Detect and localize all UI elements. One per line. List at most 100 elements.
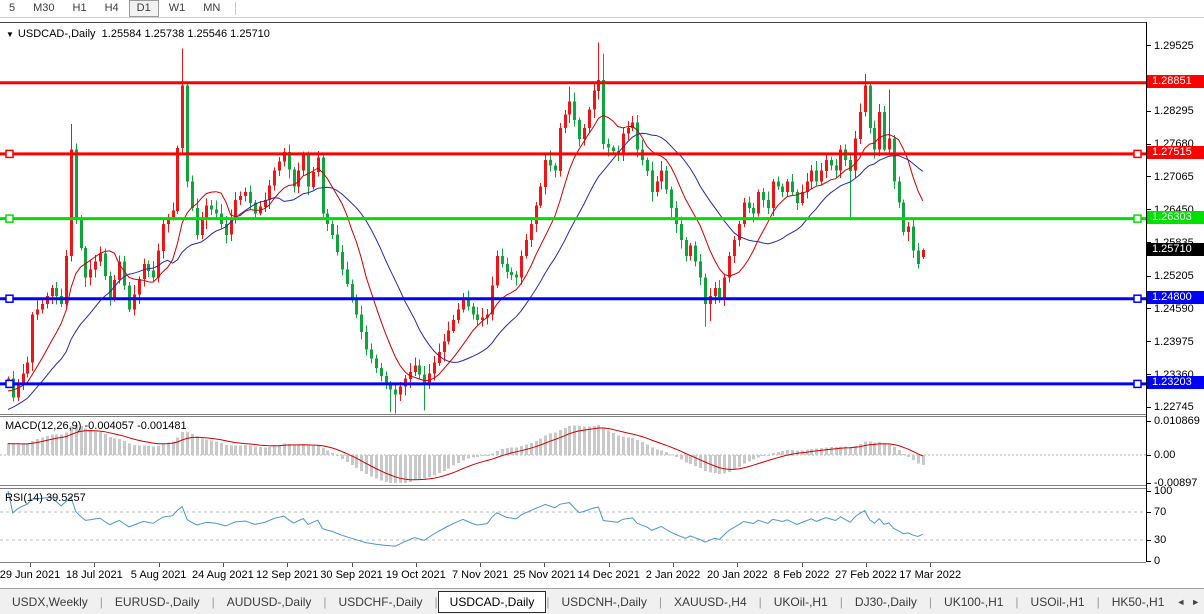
hline-handle[interactable] xyxy=(5,214,14,223)
tab-usdchf-daily[interactable]: USDCHF-,Daily xyxy=(327,592,435,612)
macd-bar xyxy=(36,439,39,455)
hline-handle[interactable] xyxy=(1133,149,1142,159)
candle-body xyxy=(443,341,446,353)
candle-body xyxy=(172,210,175,218)
candle-body xyxy=(341,252,344,270)
candle-body xyxy=(239,196,242,201)
tab-usdcnh-daily[interactable]: USDCNH-,Daily xyxy=(549,592,658,612)
macd-bar xyxy=(259,447,262,455)
hline-handle[interactable] xyxy=(5,149,14,159)
macd-bar xyxy=(917,455,920,464)
macd-bar xyxy=(428,455,431,478)
macd-bar xyxy=(147,445,150,455)
candle-body xyxy=(869,85,872,129)
macd-bar xyxy=(225,444,228,455)
macd-bar xyxy=(491,453,494,455)
macd-bar xyxy=(118,439,121,455)
macd-bar xyxy=(133,445,136,455)
tab-usdcad-daily[interactable]: USDCAD-,Daily xyxy=(437,590,547,613)
tab-uk100-h1[interactable]: UK100-,H1 xyxy=(932,592,1015,612)
tab-usoil-h1[interactable]: USOil-,H1 xyxy=(1019,592,1097,612)
rsi-panel[interactable]: RSI(14) 39.5257 xyxy=(0,489,1146,562)
timeframe-button-w1[interactable]: W1 xyxy=(161,0,194,17)
macd-panel[interactable]: MACD(12,26,9) -0.004057 -0.001481 xyxy=(0,417,1146,485)
candle-body xyxy=(791,181,794,193)
tab-scroll-left-icon[interactable]: ◄ xyxy=(1176,597,1185,607)
macd-bar xyxy=(162,444,165,455)
candle-body xyxy=(297,170,300,187)
candle-body xyxy=(234,200,237,218)
macd-scale-label: 0.00 xyxy=(1154,449,1176,461)
price-tick-label: 1.22745 xyxy=(1154,401,1194,414)
macd-bar xyxy=(297,444,300,455)
price-chart-panel[interactable]: ▼ USDCAD-,Daily 1.25584 1.25738 1.25546 1… xyxy=(0,22,1146,414)
candle-body xyxy=(360,314,363,332)
macd-title: MACD(12,26,9) xyxy=(5,420,82,432)
macd-bar xyxy=(12,444,15,455)
macd-bar xyxy=(375,455,378,479)
macd-bar xyxy=(273,446,276,455)
tab-usdx-weekly[interactable]: USDX,Weekly xyxy=(0,592,100,612)
hline-handle[interactable] xyxy=(5,379,14,389)
timeframe-button-d1[interactable]: D1 xyxy=(128,0,159,17)
candle-body xyxy=(656,181,659,193)
timeframe-button-h4[interactable]: H4 xyxy=(97,0,127,17)
tab-eurusd-daily[interactable]: EURUSD-,Daily xyxy=(103,592,212,612)
macd-bar xyxy=(472,455,475,458)
candle-body xyxy=(26,362,29,374)
macd-bar xyxy=(510,447,513,455)
candle-body xyxy=(138,279,141,295)
timeframe-button-5[interactable]: 5 xyxy=(1,0,23,17)
hline-price-label: 1.23203 xyxy=(1147,376,1204,390)
tab-ukoil-h1[interactable]: UKOil-,H1 xyxy=(762,592,840,612)
macd-bar xyxy=(559,430,562,455)
candle-body xyxy=(539,186,542,206)
timeframe-button-mn[interactable]: MN xyxy=(195,0,228,17)
tab-scroll-right-icon[interactable]: ► xyxy=(1191,597,1200,607)
ohlc-open: 1.25584 xyxy=(101,28,142,40)
hline-handle[interactable] xyxy=(5,294,14,303)
date-label: 7 Nov 2021 xyxy=(451,569,509,581)
macd-bar xyxy=(665,452,668,455)
tab-audusd-daily[interactable]: AUDUSD-,Daily xyxy=(215,592,324,612)
macd-bar xyxy=(893,446,896,455)
macd-bar xyxy=(670,454,673,456)
date-tick-mark xyxy=(94,563,96,567)
chart-dropdown-icon[interactable]: ▼ xyxy=(6,30,14,39)
tab-hk50-h1[interactable]: HK50-,H1 xyxy=(1100,592,1177,612)
candle-body xyxy=(767,200,770,209)
tab-xauusd-h4[interactable]: XAUUSD-,H4 xyxy=(662,592,759,612)
date-tick-mark xyxy=(480,563,482,567)
macd-bar xyxy=(830,447,833,455)
candle-body xyxy=(873,128,876,150)
macd-bar xyxy=(307,445,310,455)
candle-body xyxy=(336,234,339,252)
price-tick-mark xyxy=(1147,110,1151,112)
macd-bar xyxy=(385,455,388,482)
macd-bar xyxy=(602,428,605,455)
candlestick-chart[interactable] xyxy=(0,23,1146,415)
candle-body xyxy=(273,170,276,186)
rsi-line xyxy=(7,490,924,547)
ohlc-low: 1.25546 xyxy=(187,28,228,40)
hline-handle[interactable] xyxy=(1133,294,1142,303)
candle-body xyxy=(510,272,513,275)
timeframe-button-m30[interactable]: M30 xyxy=(25,0,62,17)
tab-dj30-daily[interactable]: DJ30-,Daily xyxy=(843,592,929,612)
tab-scroll-arrows: ◄ ► xyxy=(1176,597,1200,607)
price-axis[interactable]: 1.295251.282951.276801.270651.264501.258… xyxy=(1146,22,1204,567)
timeframe-button-h1[interactable]: H1 xyxy=(65,0,95,17)
macd-bar xyxy=(278,444,281,455)
hline-handle[interactable] xyxy=(1133,379,1142,389)
macd-bar xyxy=(414,455,417,481)
price-tick-label: 1.27065 xyxy=(1154,170,1194,183)
date-tick-mark xyxy=(737,563,739,567)
macd-bar xyxy=(336,455,339,456)
time-axis[interactable]: 29 Jun 2021 18 Jul 2021 5 Aug 2021 24 Aug 2… xyxy=(0,562,1146,588)
candle-body xyxy=(922,250,925,257)
macd-bar xyxy=(622,436,625,455)
hline-handle[interactable] xyxy=(1133,214,1142,223)
date-tick-mark xyxy=(30,563,31,567)
candle-body xyxy=(718,288,721,299)
candle-body xyxy=(859,112,862,139)
